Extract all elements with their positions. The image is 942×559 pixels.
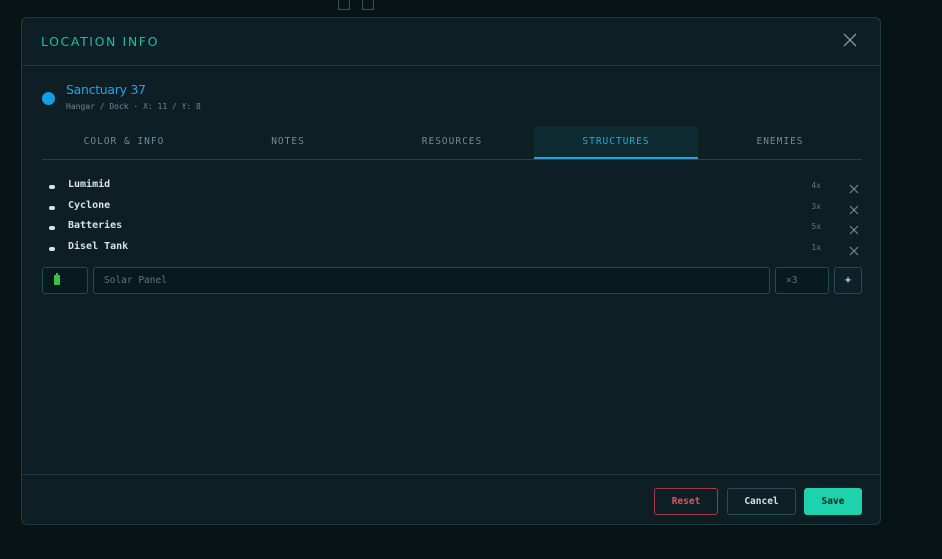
save-button[interactable]: Save <box>804 488 862 515</box>
remove-button[interactable] <box>848 221 860 235</box>
remove-button[interactable] <box>848 180 860 194</box>
tab-notes[interactable]: NOTES <box>206 126 370 159</box>
location-color-dot <box>42 92 55 105</box>
close-icon <box>843 33 857 47</box>
structure-list: Lumimid 4x Cyclone 3x Batteries 5x Disel… <box>42 178 862 261</box>
structure-name: Disel Tank <box>68 241 129 253</box>
tab-color-info[interactable]: COLOR & INFO <box>42 126 206 159</box>
tab-resources[interactable]: RESOURCES <box>370 126 534 159</box>
close-icon <box>849 225 859 235</box>
structure-quantity: 5x <box>811 222 821 232</box>
tab-structures[interactable]: STRUCTURES <box>534 126 698 159</box>
map-marker-icon <box>362 0 374 10</box>
structure-quantity: 3x <box>811 201 821 211</box>
structure-name-input[interactable] <box>93 267 770 294</box>
list-item: Cyclone 3x <box>42 199 862 220</box>
close-icon <box>849 205 859 215</box>
remove-button[interactable] <box>848 242 860 256</box>
remove-button[interactable] <box>848 201 860 215</box>
structure-quantity-input[interactable] <box>775 267 829 294</box>
list-item: Disel Tank 1x <box>42 240 862 261</box>
list-item: Lumimid 4x <box>42 178 862 199</box>
modal-title: LOCATION INFO <box>41 34 160 49</box>
tab-bar: COLOR & INFO NOTES RESOURCES STRUCTURES … <box>42 126 862 160</box>
icon-picker-button[interactable] <box>42 267 88 294</box>
location-info-modal: LOCATION INFO Sanctuary 37 Hangar / Dock… <box>21 17 881 525</box>
cancel-button[interactable]: Cancel <box>727 488 796 515</box>
structure-name: Lumimid <box>68 179 111 190</box>
modal-footer: Reset Cancel Save <box>22 474 880 525</box>
structure-quantity: 4x <box>811 181 821 190</box>
structure-name: Batteries <box>68 220 123 232</box>
close-button[interactable] <box>842 32 858 48</box>
modal-header: LOCATION INFO <box>22 18 880 66</box>
bullet-icon <box>49 247 55 252</box>
map-marker-icon <box>338 0 350 10</box>
add-structure-button[interactable]: + <box>834 267 862 294</box>
reset-button[interactable]: Reset <box>654 488 718 515</box>
bullet-icon <box>49 185 55 189</box>
bullet-icon <box>49 226 55 231</box>
list-item: Batteries 5x <box>42 219 862 240</box>
background-map-hint <box>338 0 374 10</box>
location-name: Sanctuary 37 <box>66 82 146 97</box>
structure-quantity: 1x <box>811 243 821 253</box>
tab-enemies[interactable]: ENEMIES <box>698 126 862 159</box>
close-icon <box>849 246 859 256</box>
structure-name: Cyclone <box>68 199 111 211</box>
add-structure-row: + <box>42 267 862 294</box>
bullet-icon <box>49 205 55 210</box>
battery-icon <box>54 273 60 285</box>
location-meta: Hangar / Dock · X: 11 / Y: 8 <box>66 102 201 111</box>
close-icon <box>849 184 859 194</box>
